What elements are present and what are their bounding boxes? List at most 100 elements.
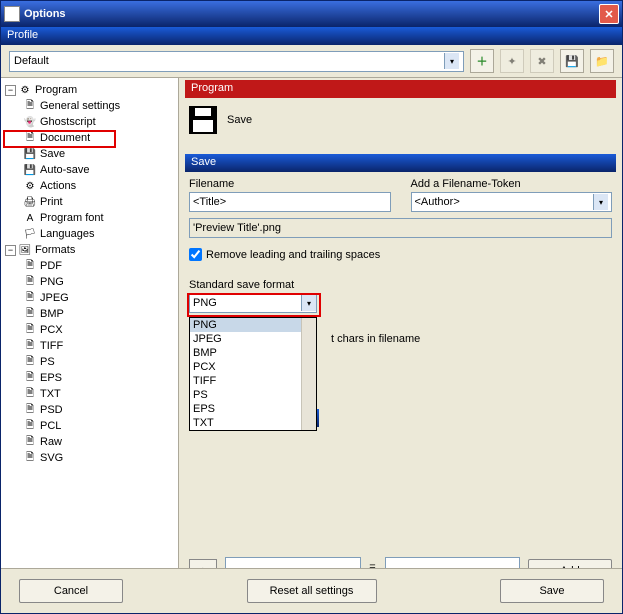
dropdown-option[interactable]: PS xyxy=(190,388,316,402)
tree-png[interactable]: 🗎PNG xyxy=(21,274,176,290)
font-icon: A xyxy=(23,211,37,225)
tree-bmp[interactable]: 🗎BMP xyxy=(21,306,176,322)
tree-label: Print xyxy=(40,196,63,208)
dropdown-option[interactable]: TIFF xyxy=(190,374,316,388)
profile-header: Profile xyxy=(1,27,622,45)
tree-txt[interactable]: 🗎TXT xyxy=(21,386,176,402)
program-label: Save xyxy=(227,114,252,126)
tree-psd[interactable]: 🗎PSD xyxy=(21,402,176,418)
tree-label: Auto-save xyxy=(40,164,90,176)
tree-raw[interactable]: 🗎Raw xyxy=(21,434,176,450)
tree-general[interactable]: 🗎General settings xyxy=(21,98,176,114)
file-icon: 🗎 xyxy=(23,435,37,449)
tree-label: Formats xyxy=(35,244,75,256)
checkbox-input[interactable] xyxy=(189,248,202,261)
sparkle-button[interactable]: ✦ xyxy=(500,49,524,73)
add-profile-button[interactable]: ＋ xyxy=(470,49,494,73)
tree-label: Raw xyxy=(40,436,62,448)
tree-jpeg[interactable]: 🗎JPEG xyxy=(21,290,176,306)
folder-icon: 📁 xyxy=(595,55,609,68)
tree-autosave[interactable]: 💾Auto-save xyxy=(21,162,176,178)
file-icon: 🗎 xyxy=(23,371,37,385)
nav-tree[interactable]: − ⚙ Program 🗎General settings 👻Ghostscri… xyxy=(1,78,179,568)
program-section-header: Program xyxy=(185,80,616,98)
file-icon: 🗎 xyxy=(23,387,37,401)
tree-actions[interactable]: ⚙Actions xyxy=(21,178,176,194)
save-section-header: Save xyxy=(185,154,616,172)
std-format-select[interactable]: PNG ▾ xyxy=(189,293,317,313)
tree-program[interactable]: − ⚙ Program xyxy=(3,82,176,98)
substitution-area: ▲ ▼ = .docx .doc Mic xyxy=(189,557,612,568)
file-icon: 🗎 xyxy=(23,259,37,273)
collapse-icon[interactable]: − xyxy=(5,245,16,256)
tree-label: Program xyxy=(35,84,77,96)
tree-document[interactable]: 🗎Document xyxy=(21,130,176,146)
profile-row: Default ▾ ＋ ✦ ✖ 💾 📁 xyxy=(1,45,622,77)
open-folder-button[interactable]: 📁 xyxy=(590,49,614,73)
flag-icon: 🏳 xyxy=(23,227,37,241)
file-icon: 🗎 xyxy=(23,291,37,305)
std-format-dropdown[interactable]: PNG JPEG BMP PCX TIFF PS EPS TXT xyxy=(189,317,317,431)
token-value: <Author> xyxy=(415,196,460,208)
file-icon: 🗎 xyxy=(23,307,37,321)
tree-label: PDF xyxy=(40,260,62,272)
tree-label: TIFF xyxy=(40,340,63,352)
filename-input[interactable] xyxy=(189,192,391,212)
tree-ghostscript[interactable]: 👻Ghostscript xyxy=(21,114,176,130)
file-icon: 🗎 xyxy=(23,419,37,433)
tree-label: PNG xyxy=(40,276,64,288)
tree-svg[interactable]: 🗎SVG xyxy=(21,450,176,466)
token-select[interactable]: <Author> ▾ xyxy=(411,192,613,212)
file-icon: 🗎 xyxy=(23,451,37,465)
arrow-up-icon: ▲ xyxy=(198,565,209,568)
move-up-button[interactable]: ▲ xyxy=(189,559,217,568)
scrollbar[interactable] xyxy=(301,318,316,430)
gear-icon: ⚙ xyxy=(18,83,32,97)
delete-profile-button[interactable]: ✖ xyxy=(530,49,554,73)
save-button[interactable]: Save xyxy=(500,579,604,603)
file-icon: 🗎 xyxy=(23,323,37,337)
reset-button[interactable]: Reset all settings xyxy=(247,579,377,603)
floppy-icon: 💾 xyxy=(23,147,37,161)
file-icon: 🗎 xyxy=(23,339,37,353)
tree-programfont[interactable]: AProgram font xyxy=(21,210,176,226)
close-button[interactable]: ✕ xyxy=(599,4,619,24)
dropdown-option[interactable]: JPEG xyxy=(190,332,316,346)
file-icon: 🗎 xyxy=(23,275,37,289)
tree-label: TXT xyxy=(40,388,61,400)
file-icon: 🗎 xyxy=(23,403,37,417)
titlebar[interactable]: Options ✕ xyxy=(1,1,622,27)
tree-eps[interactable]: 🗎EPS xyxy=(21,370,176,386)
tree-tiff[interactable]: 🗎TIFF xyxy=(21,338,176,354)
cancel-button[interactable]: Cancel xyxy=(19,579,123,603)
collapse-icon[interactable]: − xyxy=(5,85,16,96)
content-panel: Program Save Save Filename Add a Filenam… xyxy=(179,78,622,568)
tree-label: Program font xyxy=(40,212,104,224)
tree-ps[interactable]: 🗎PS xyxy=(21,354,176,370)
tree-languages[interactable]: 🏳Languages xyxy=(21,226,176,242)
tree-pcx[interactable]: 🗎PCX xyxy=(21,322,176,338)
tree-label: Document xyxy=(40,132,90,144)
tree-pcl[interactable]: 🗎PCL xyxy=(21,418,176,434)
tree-pdf[interactable]: 🗎PDF xyxy=(21,258,176,274)
floppy-icon xyxy=(189,106,217,134)
floppy-icon: 💾 xyxy=(565,55,579,68)
add-button[interactable]: Add xyxy=(528,559,612,568)
tree-label: Languages xyxy=(40,228,94,240)
std-format-value: PNG xyxy=(193,297,217,309)
dropdown-option[interactable]: TXT xyxy=(190,416,316,430)
profile-select[interactable]: Default ▾ xyxy=(9,51,464,72)
tree-formats[interactable]: − 🖼 Formats xyxy=(3,242,176,258)
subs-to-input[interactable] xyxy=(385,557,521,568)
token-label: Add a Filename-Token xyxy=(411,178,613,190)
save-profile-button[interactable]: 💾 xyxy=(560,49,584,73)
dropdown-option[interactable]: BMP xyxy=(190,346,316,360)
dropdown-option[interactable]: EPS xyxy=(190,402,316,416)
remove-spaces-checkbox[interactable]: Remove leading and trailing spaces xyxy=(189,248,612,261)
tree-save[interactable]: 💾Save xyxy=(21,146,176,162)
options-window: Options ✕ Profile Default ▾ ＋ ✦ ✖ 💾 📁 − … xyxy=(0,0,623,614)
tree-print[interactable]: 🖨Print xyxy=(21,194,176,210)
dropdown-option[interactable]: PNG xyxy=(190,318,316,332)
subs-from-input[interactable] xyxy=(225,557,361,568)
dropdown-option[interactable]: PCX xyxy=(190,360,316,374)
